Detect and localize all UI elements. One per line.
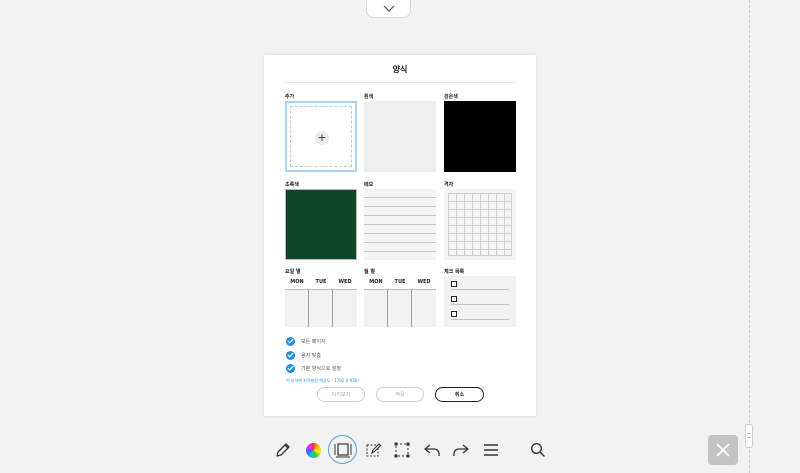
check-circle-icon[interactable] xyxy=(286,363,295,373)
cancel-button[interactable]: 취소 xyxy=(435,387,484,402)
option-set-default[interactable]: 기본 양식으로 설정 xyxy=(286,363,341,373)
template-grid[interactable]: 격자 xyxy=(444,181,516,260)
menu-icon[interactable] xyxy=(478,437,504,463)
day-header: WED xyxy=(417,279,431,285)
template-weekday-thumbnail[interactable]: MON TUE WED xyxy=(285,276,357,327)
option-label: 기본 양식으로 설정 xyxy=(301,365,341,372)
template-black-thumbnail[interactable] xyxy=(444,101,516,172)
check-circle-icon[interactable] xyxy=(286,350,295,360)
template-green[interactable]: 초록색 xyxy=(285,181,357,260)
template-green-thumbnail[interactable] xyxy=(285,189,357,260)
resolution-note: 이 양식에 최적화된 해상도 : 1782 X 936) xyxy=(286,378,359,383)
check-circle-icon[interactable] xyxy=(286,336,295,346)
template-label: 격자 xyxy=(444,182,454,188)
page-edge-guide xyxy=(749,0,750,473)
template-label: 흰색 xyxy=(364,94,374,100)
option-label: 모든 페이지 xyxy=(301,338,326,345)
option-label: 용지 맞춤 xyxy=(301,352,321,359)
color-wheel-icon[interactable] xyxy=(300,437,326,463)
template-weekday[interactable]: 요일 별 MON TUE WED xyxy=(285,268,357,327)
search-icon[interactable] xyxy=(525,437,551,463)
title-divider xyxy=(284,82,516,83)
template-label: 요일 별 xyxy=(285,269,301,275)
pen-icon[interactable] xyxy=(270,437,296,463)
template-checklist[interactable]: 체크 목록 xyxy=(444,268,516,327)
option-fit-paper[interactable]: 용지 맞춤 xyxy=(286,350,321,360)
template-label: 초록색 xyxy=(285,182,299,188)
collapse-panel-tab[interactable] xyxy=(366,0,411,18)
close-button[interactable] xyxy=(708,435,738,465)
preview-button[interactable]: 미리보기 xyxy=(317,387,365,402)
scroll-handle[interactable] xyxy=(745,424,753,448)
day-header: WED xyxy=(338,279,352,285)
template-memo-thumbnail[interactable] xyxy=(364,189,436,260)
template-add[interactable]: 추가 + xyxy=(285,93,357,172)
edit-page-icon[interactable] xyxy=(360,437,386,463)
checkbox-icon xyxy=(451,311,457,317)
checkbox-icon xyxy=(451,281,457,287)
template-checklist-thumbnail[interactable] xyxy=(444,276,516,327)
undo-icon[interactable] xyxy=(419,437,445,463)
template-icon[interactable] xyxy=(330,437,356,463)
day-header: MON xyxy=(369,279,383,285)
chevron-down-icon xyxy=(383,5,394,12)
template-label: 검은색 xyxy=(444,94,458,100)
plus-icon: + xyxy=(315,131,329,145)
dialog-title: 양식 xyxy=(392,65,408,74)
day-header: MON xyxy=(290,279,304,285)
template-grid-thumbnail[interactable] xyxy=(444,189,516,260)
option-all-pages[interactable]: 모든 페이지 xyxy=(286,336,326,346)
close-icon xyxy=(716,443,730,457)
select-area-icon[interactable] xyxy=(389,437,415,463)
template-label: 메모 xyxy=(364,182,374,188)
template-label: 체크 목록 xyxy=(444,269,465,275)
template-label: 추가 xyxy=(285,94,295,100)
template-monthly-thumbnail[interactable]: MON TUE WED xyxy=(364,276,436,327)
template-add-thumbnail[interactable]: + xyxy=(285,101,357,172)
apply-button[interactable]: 적용 xyxy=(376,387,424,402)
day-header: TUE xyxy=(394,279,406,285)
template-monthly[interactable]: 월 별 MON TUE WED xyxy=(364,268,436,327)
template-dialog: 양식 추가 + 흰색 검은색 초록색 메모 격자 요일 별 MON TUE WE… xyxy=(264,55,536,416)
template-white[interactable]: 흰색 xyxy=(364,93,436,172)
day-header: TUE xyxy=(315,279,327,285)
template-memo[interactable]: 메모 xyxy=(364,181,436,260)
checkbox-icon xyxy=(451,296,457,302)
template-label: 월 별 xyxy=(364,269,375,275)
template-black[interactable]: 검은색 xyxy=(444,93,516,172)
redo-icon[interactable] xyxy=(448,437,474,463)
template-white-thumbnail[interactable] xyxy=(364,101,436,172)
